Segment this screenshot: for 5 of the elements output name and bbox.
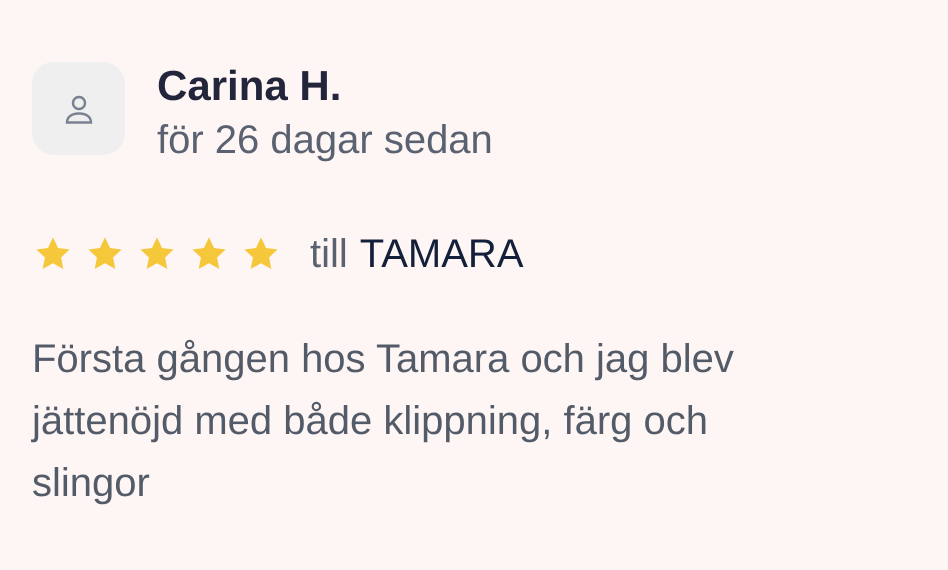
review-time: för 26 dagar sedan <box>157 117 493 164</box>
to-label: till <box>310 231 348 278</box>
review-text: Första gången hos Tamara och jag blev jättenöjd med både klippning, färg och slingor <box>32 336 735 507</box>
stylist-name: TAMARA <box>360 231 524 278</box>
author-name: Carina H. <box>157 62 342 110</box>
